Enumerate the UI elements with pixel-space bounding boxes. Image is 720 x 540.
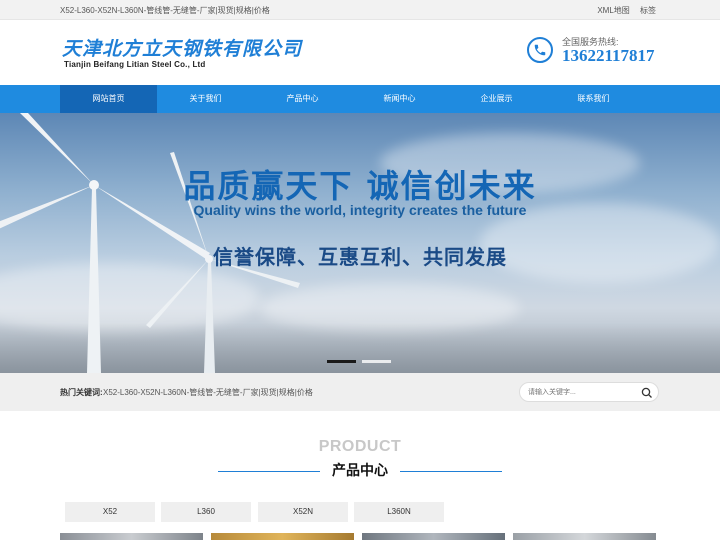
tags-link[interactable]: 标签 bbox=[640, 6, 656, 15]
search-box bbox=[519, 382, 659, 402]
product-thumb-4[interactable] bbox=[513, 533, 656, 540]
nav-products[interactable]: 产品中心 bbox=[254, 85, 351, 113]
product-thumb-3[interactable] bbox=[362, 533, 505, 540]
search-icon[interactable] bbox=[640, 386, 654, 400]
nav-contact[interactable]: 联系我们 bbox=[545, 85, 642, 113]
product-tab-x52n[interactable]: X52N bbox=[258, 502, 348, 522]
top-bar: X52-L360-X52N-L360N-管线管-无缝管-厂家|现货|规格|价格 … bbox=[0, 0, 720, 20]
hot-keywords-link[interactable]: X52-L360-X52N-L360N-管线管-无缝管-厂家|现货|规格|价格 bbox=[103, 387, 313, 398]
banner-subline: Quality wins the world, integrity create… bbox=[193, 202, 527, 218]
banner-headline: 品质赢天下 诚信创未来 bbox=[183, 167, 537, 205]
main-nav: 网站首页 关于我们 产品中心 新闻中心 企业展示 联系我们 bbox=[0, 85, 720, 113]
slide-dot-2[interactable] bbox=[362, 360, 391, 363]
nav-showcase[interactable]: 企业展示 bbox=[448, 85, 545, 113]
sitemap-link[interactable]: XML地图 bbox=[597, 6, 629, 15]
section-title-wrap: 产品中心 bbox=[0, 460, 720, 480]
nav-about[interactable]: 关于我们 bbox=[157, 85, 254, 113]
site-header: 天津北方立天钢铁有限公司 Tianjin Beifang Litian Stee… bbox=[0, 20, 720, 85]
product-tab-x52[interactable]: X52 bbox=[65, 502, 155, 522]
company-logo-cn[interactable]: 天津北方立天钢铁有限公司 bbox=[62, 34, 302, 61]
slider-pagination bbox=[327, 350, 397, 368]
search-input[interactable] bbox=[528, 387, 638, 398]
nav-news[interactable]: 新闻中心 bbox=[351, 85, 448, 113]
company-logo-en: Tianjin Beifang Litian Steel Co., Ltd bbox=[64, 60, 206, 69]
top-bar-links: XML地图 标签 bbox=[589, 5, 656, 16]
product-thumb-1[interactable] bbox=[60, 533, 203, 540]
slide-dot-1[interactable] bbox=[327, 360, 356, 363]
banner-motto: 信誉保障、互惠互利、共同发展 bbox=[213, 245, 507, 269]
hero-banner[interactable]: 品质赢天下 诚信创未来 Quality wins the world, inte… bbox=[0, 113, 720, 373]
hotline-number: 13622117817 bbox=[562, 46, 655, 65]
nav-home[interactable]: 网站首页 bbox=[60, 85, 157, 113]
section-title-cn: 产品中心 bbox=[332, 462, 388, 478]
title-divider-right bbox=[400, 471, 502, 472]
product-thumb-2[interactable] bbox=[211, 533, 354, 540]
section-title-en: PRODUCT bbox=[318, 438, 402, 455]
top-bar-title: X52-L360-X52N-L360N-管线管-无缝管-厂家|现货|规格|价格 bbox=[60, 6, 270, 15]
product-tab-l360[interactable]: L360 bbox=[161, 502, 251, 522]
phone-icon bbox=[527, 37, 553, 63]
hot-keywords-label: 热门关键词: bbox=[60, 388, 103, 397]
keyword-bar: 热门关键词: X52-L360-X52N-L360N-管线管-无缝管-厂家|现货… bbox=[0, 373, 720, 411]
product-tab-l360n[interactable]: L360N bbox=[354, 502, 444, 522]
